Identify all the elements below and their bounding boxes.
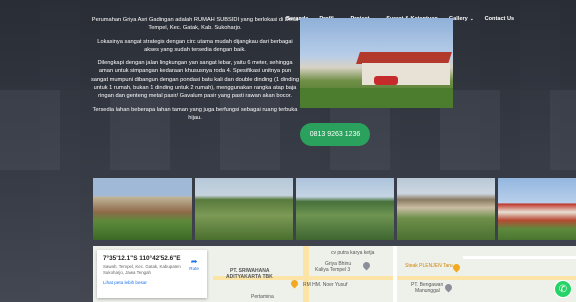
map-pin-icon[interactable] xyxy=(361,260,372,271)
gallery-photo[interactable] xyxy=(498,178,576,240)
embedded-map[interactable]: cv putra karya ketja Griya Bhinu Kaliya … xyxy=(93,246,576,302)
map-pin-icon[interactable] xyxy=(289,278,300,289)
nav-contact[interactable]: Contact Us xyxy=(485,16,515,22)
intro-paragraph: Lokasinya sangat strategis dengan circ u… xyxy=(97,38,293,53)
hero-house-photo xyxy=(300,18,453,108)
photo-lawn xyxy=(300,88,453,108)
map-place-label: ADITYAKARTA TBK xyxy=(226,274,273,280)
chevron-down-icon: ⌄ xyxy=(469,16,474,21)
map-place-label: Pertamina xyxy=(251,294,274,300)
intro-paragraph: Tersedia lahan beberapa lahan taman yang… xyxy=(92,106,298,121)
directions-icon: ➦ xyxy=(190,257,198,266)
gallery-photo[interactable] xyxy=(397,178,495,240)
map-road xyxy=(303,246,309,302)
map-info-card: 7°35'12.1"S 110°42'52.6"E Sawah, Tempel,… xyxy=(97,250,207,298)
intro-paragraph: Perumahan Griya Asri Gadingan adalah RUM… xyxy=(91,17,299,32)
map-place-label: RM HM. Noer Yusuf xyxy=(303,282,348,288)
intro-text: Perumahan Griya Asri Gadingan adalah RUM… xyxy=(90,16,300,127)
larger-map-link[interactable]: Lihat peta lebih besar xyxy=(103,280,201,285)
route-button[interactable]: ➦ Rute xyxy=(189,257,199,272)
whatsapp-icon[interactable]: ✆ xyxy=(554,280,572,298)
photo-gallery xyxy=(93,178,576,240)
phone-button[interactable]: 0813 9263 1236 xyxy=(300,123,370,146)
map-place-label: Steak PLENJEN Taru xyxy=(405,263,453,269)
intro-paragraph: Dilengkapi dengan jalan lingkungan yan s… xyxy=(90,60,300,100)
map-address: Sawah, Tempel, Kec. Gatak, Kabupaten Suk… xyxy=(103,264,181,275)
photo-car xyxy=(374,76,398,85)
map-coordinates: 7°35'12.1"S 110°42'52.6"E xyxy=(103,255,181,262)
map-place-label: Kaliya Tempel 3 xyxy=(315,267,351,273)
map-pin-icon[interactable] xyxy=(451,262,462,273)
gallery-photo[interactable] xyxy=(195,178,293,240)
map-road xyxy=(463,256,576,259)
map-place-label: cv putra karya ketja xyxy=(331,250,375,256)
map-road xyxy=(393,246,397,302)
gallery-photo[interactable] xyxy=(93,178,192,240)
map-pin-icon[interactable] xyxy=(443,282,454,293)
gallery-photo[interactable] xyxy=(296,178,394,240)
map-place-label: Manunggal xyxy=(415,288,440,294)
